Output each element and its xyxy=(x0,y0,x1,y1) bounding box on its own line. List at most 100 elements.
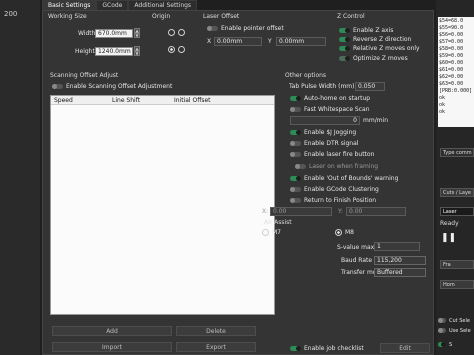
toggle-switch-icon[interactable] xyxy=(295,164,306,169)
pointer-offset-toggle[interactable]: Enable pointer offset xyxy=(207,24,284,33)
offset-x-field[interactable]: 0.00mm xyxy=(214,37,262,46)
toggle-switch-icon[interactable] xyxy=(207,26,218,31)
z-reverse-label: Reverse Z direction xyxy=(353,36,412,43)
auto-home-toggle[interactable]: Auto-home on startup xyxy=(290,94,370,103)
height-field[interactable]: 1240.0mm xyxy=(95,47,133,56)
dtr-toggle[interactable]: Enable DTR signal xyxy=(290,139,358,148)
s-toggle[interactable]: S xyxy=(438,340,452,349)
job-checklist-toggle[interactable]: Enable job checklist xyxy=(290,344,364,353)
pause-icon[interactable]: ❚❚ xyxy=(441,233,456,243)
origin-bottom-left-radio[interactable] xyxy=(168,46,175,53)
scanning-enable-toggle[interactable]: Enable Scanning Offset Adjustment xyxy=(52,82,172,91)
command-input[interactable]: Type comm xyxy=(440,148,474,157)
z-relative-toggle[interactable]: Relative Z moves only xyxy=(339,44,420,53)
origin-top-right-radio[interactable] xyxy=(178,29,185,36)
toggle-switch-icon[interactable] xyxy=(290,152,301,157)
add-button[interactable]: Add xyxy=(52,326,172,336)
toggle-switch-icon[interactable] xyxy=(339,37,350,42)
laser-framing-toggle[interactable]: Laser on when framing xyxy=(295,162,378,171)
console-line: $61=0.00 xyxy=(439,67,464,73)
height-label: Height xyxy=(75,48,95,55)
tab-additional-settings[interactable]: Additional Settings xyxy=(128,0,198,10)
finish-y-field[interactable]: 0.00 xyxy=(346,207,406,216)
column-line-shift[interactable]: Line Shift xyxy=(109,96,171,104)
tab-gcode[interactable]: GCode xyxy=(96,0,129,10)
toggle-switch-icon[interactable] xyxy=(290,107,301,112)
offset-y-field[interactable]: 0.00mm xyxy=(276,37,326,46)
console-line: $55=90.0 xyxy=(439,25,464,31)
air-assist-m7[interactable]: M7 xyxy=(262,228,281,237)
width-label: Width xyxy=(78,30,96,37)
toggle-switch-icon[interactable] xyxy=(290,130,301,135)
home-button[interactable]: Hom xyxy=(440,280,474,289)
toggle-switch-icon[interactable] xyxy=(290,346,301,351)
toggle-switch-icon[interactable] xyxy=(290,198,301,203)
toggle-switch-icon[interactable] xyxy=(52,84,63,89)
use-selected-toggle[interactable]: Use Sele xyxy=(438,326,471,335)
laser-fire-toggle[interactable]: Enable laser fire button xyxy=(290,150,374,159)
m8-radio[interactable] xyxy=(335,229,342,236)
other-options-title: Other options xyxy=(285,72,327,79)
edit-button[interactable]: Edit xyxy=(380,343,430,353)
tab-pulse-field[interactable]: 0.050 xyxy=(355,82,385,91)
column-initial-offset[interactable]: Initial Offset xyxy=(171,96,251,104)
console-line: $54=68.0 xyxy=(439,18,464,24)
return-finish-toggle[interactable]: Return to Finish Position xyxy=(290,196,376,205)
gcode-clustering-toggle[interactable]: Enable GCode Clustering xyxy=(290,185,379,194)
origin-bottom-right-radio[interactable] xyxy=(178,46,185,53)
z-relative-label: Relative Z moves only xyxy=(353,45,420,52)
console-line: $59=0.00 xyxy=(439,53,464,59)
fast-whitespace-toggle[interactable]: Fast Whitespace Scan xyxy=(290,105,370,114)
z-enable-toggle[interactable]: Enable Z axis xyxy=(339,26,393,35)
svalue-field[interactable]: 1 xyxy=(374,242,420,251)
width-field[interactable]: 670.0mm xyxy=(95,29,133,38)
toggle-switch-icon[interactable] xyxy=(438,342,446,347)
toggle-switch-icon[interactable] xyxy=(290,176,301,181)
working-size-title: Working Size xyxy=(48,13,87,20)
spin-down-icon[interactable]: ▼ xyxy=(134,51,140,56)
whitespace-speed-field[interactable]: 0 xyxy=(290,116,360,125)
job-checklist-label: Enable job checklist xyxy=(304,345,364,352)
scanning-offset-title: Scanning Offset Adjust xyxy=(50,72,119,79)
table-header: Speed Line Shift Initial Offset xyxy=(51,96,274,105)
toggle-switch-icon[interactable] xyxy=(339,46,350,51)
console-line: [PRB:0.000] xyxy=(439,88,473,94)
column-speed[interactable]: Speed xyxy=(51,96,109,104)
cut-selected-toggle[interactable]: Cut Sele xyxy=(438,316,470,325)
air-assist-title: Air Assist xyxy=(264,219,292,226)
toggle-switch-icon[interactable] xyxy=(339,56,350,61)
toggle-switch-icon[interactable] xyxy=(438,328,446,333)
tab-basic-settings[interactable]: Basic Settings xyxy=(42,0,97,10)
cuts-layers-tab[interactable]: Cuts / Laye xyxy=(440,188,474,197)
ruler-value: 200 xyxy=(4,10,18,18)
spin-down-icon[interactable]: ▼ xyxy=(134,33,140,38)
toggle-switch-icon[interactable] xyxy=(438,318,446,323)
baud-rate-label: Baud Rate xyxy=(341,257,373,264)
finish-x-field[interactable]: 0.00 xyxy=(270,207,332,216)
air-assist-m8[interactable]: M8 xyxy=(335,228,354,237)
jogging-toggle[interactable]: Enable $J Jogging xyxy=(290,128,356,137)
m7-radio[interactable] xyxy=(262,229,269,236)
height-spinner[interactable]: ▲ ▼ xyxy=(134,46,142,57)
left-strip xyxy=(0,0,40,355)
console-line: $63=0.00 xyxy=(439,81,464,87)
offset-x-label: X xyxy=(207,38,212,45)
baud-rate-select[interactable]: 115,200 xyxy=(374,256,426,265)
out-of-bounds-toggle[interactable]: Enable 'Out of Bounds' warning xyxy=(290,174,398,183)
toggle-switch-icon[interactable] xyxy=(290,187,301,192)
toggle-switch-icon[interactable] xyxy=(290,141,301,146)
z-optimize-toggle[interactable]: Optimize Z moves xyxy=(339,54,408,63)
toggle-switch-icon[interactable] xyxy=(339,28,350,33)
z-reverse-toggle[interactable]: Reverse Z direction xyxy=(339,35,411,44)
frame-button[interactable]: Fra xyxy=(440,260,474,269)
width-spinner[interactable]: ▲ ▼ xyxy=(134,28,142,39)
delete-button[interactable]: Delete xyxy=(176,326,256,336)
export-button[interactable]: Export xyxy=(176,342,256,352)
toggle-switch-icon[interactable] xyxy=(290,96,301,101)
transfer-mode-select[interactable]: Buffered xyxy=(374,268,426,277)
scanning-offset-table[interactable]: Speed Line Shift Initial Offset xyxy=(50,95,275,315)
settings-tabs: Basic Settings GCode Additional Settings xyxy=(42,0,198,10)
laser-tab[interactable]: Laser xyxy=(440,207,474,216)
import-button[interactable]: Import xyxy=(52,342,172,352)
origin-top-left-radio[interactable] xyxy=(168,29,175,36)
